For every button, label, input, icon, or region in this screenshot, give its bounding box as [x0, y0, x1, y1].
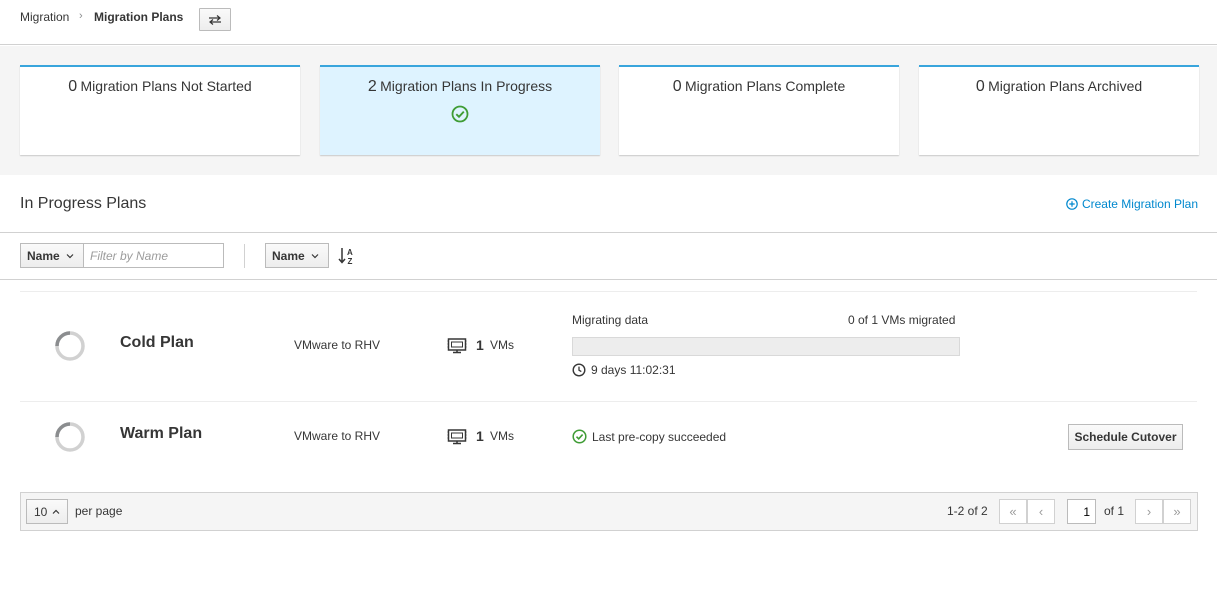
per-page-label: per page [75, 504, 123, 518]
sort-field-dropdown[interactable]: Name [265, 243, 329, 268]
status-title: Migrating data [572, 313, 649, 327]
vm-count: 1 [476, 337, 484, 353]
plan-type: VMware to RHV [294, 338, 381, 352]
schedule-cutover-button[interactable]: Schedule Cutover [1068, 424, 1183, 450]
previous-page-button[interactable]: ‹ [1027, 499, 1055, 524]
filter-field-dropdown[interactable]: Name [20, 243, 84, 268]
sort-field-label: Name [272, 248, 305, 263]
chevron-right-icon: › [1146, 504, 1152, 519]
page-count-label: of 1 [1104, 504, 1125, 518]
filter-input[interactable] [83, 243, 224, 268]
clock-icon [572, 363, 586, 377]
chevron-left-icon: ‹ [1038, 504, 1044, 519]
double-chevron-left-icon: « [1009, 504, 1017, 519]
toolbar-divider [244, 244, 245, 268]
vm-count: 1 [476, 428, 484, 444]
last-page-button[interactable]: » [1163, 499, 1191, 524]
filter-field-label: Name [27, 248, 60, 263]
svg-text:A: A [347, 248, 353, 257]
card-label: Migration Plans Complete [684, 78, 846, 94]
swap-view-button[interactable] [199, 8, 231, 31]
vm-label: VMs [490, 429, 514, 443]
create-migration-plan-label: Create Migration Plan [1081, 197, 1198, 211]
list-divider [20, 291, 1197, 292]
aggregate-cards: 0 Migration Plans Not Started 2 Migratio… [0, 46, 1217, 175]
card-count: 0 [672, 78, 682, 95]
row-divider [20, 401, 1197, 402]
spinner-icon [55, 331, 85, 361]
section-title: In Progress Plans [20, 195, 147, 212]
migration-progress-bar [572, 337, 960, 356]
next-page-button[interactable]: › [1135, 499, 1163, 524]
card-archived[interactable]: 0 Migration Plans Archived [919, 65, 1199, 155]
card-count: 0 [68, 78, 78, 95]
check-circle-icon [451, 105, 469, 123]
plan-name[interactable]: Cold Plan [120, 334, 194, 352]
sort-alpha-asc-icon[interactable]: A Z [338, 246, 356, 266]
breadcrumb-separator: › [79, 10, 83, 22]
breadcrumb-migration-link[interactable]: Migration [20, 10, 69, 24]
per-page-value: 10 [34, 504, 48, 519]
elapsed-time: 9 days 11:02:31 [572, 363, 676, 377]
page-range: 1-2 of 2 [947, 504, 988, 518]
elapsed-time-label: 9 days 11:02:31 [591, 363, 676, 377]
double-chevron-right-icon: » [1173, 504, 1181, 519]
card-count: 0 [975, 78, 985, 95]
card-label: Migration Plans Archived [988, 78, 1143, 94]
chevron-up-icon [52, 509, 60, 514]
pagination-bar: 10 per page 1-2 of 2 « ‹ of 1 › » [20, 492, 1198, 531]
card-not-started[interactable]: 0 Migration Plans Not Started [20, 65, 300, 155]
card-complete[interactable]: 0 Migration Plans Complete [619, 65, 899, 155]
check-circle-icon [572, 429, 587, 444]
chevron-down-icon [66, 253, 74, 258]
breadcrumb-bar: Migration › Migration Plans [0, 0, 1217, 45]
vm-icon [447, 338, 467, 354]
first-page-button[interactable]: « [999, 499, 1027, 524]
card-in-progress[interactable]: 2 Migration Plans In Progress [320, 65, 600, 155]
toolbar-divider-bottom [0, 279, 1217, 280]
card-label: Migration Plans In Progress [380, 78, 553, 94]
swap-arrows-icon [209, 14, 221, 25]
card-count: 2 [367, 78, 377, 95]
plan-name[interactable]: Warm Plan [120, 425, 202, 443]
chevron-down-icon [311, 253, 319, 258]
vms-migrated-count: 0 of 1 VMs migrated [848, 313, 956, 327]
toolbar-divider-top [0, 232, 1217, 233]
per-page-dropdown[interactable]: 10 [26, 499, 69, 524]
breadcrumb-current: Migration Plans [94, 10, 184, 24]
page-number-input[interactable] [1067, 499, 1096, 524]
plan-type: VMware to RHV [294, 429, 381, 443]
svg-text:Z: Z [348, 257, 353, 266]
card-label: Migration Plans Not Started [80, 78, 252, 94]
vm-icon [447, 429, 467, 445]
precopy-status-label: Last pre-copy succeeded [592, 429, 727, 444]
create-migration-plan-link[interactable]: Create Migration Plan [1066, 197, 1198, 211]
spinner-icon [55, 422, 85, 452]
precopy-status: Last pre-copy succeeded [572, 429, 726, 444]
vm-label: VMs [490, 338, 514, 352]
plus-circle-icon [1066, 198, 1078, 210]
